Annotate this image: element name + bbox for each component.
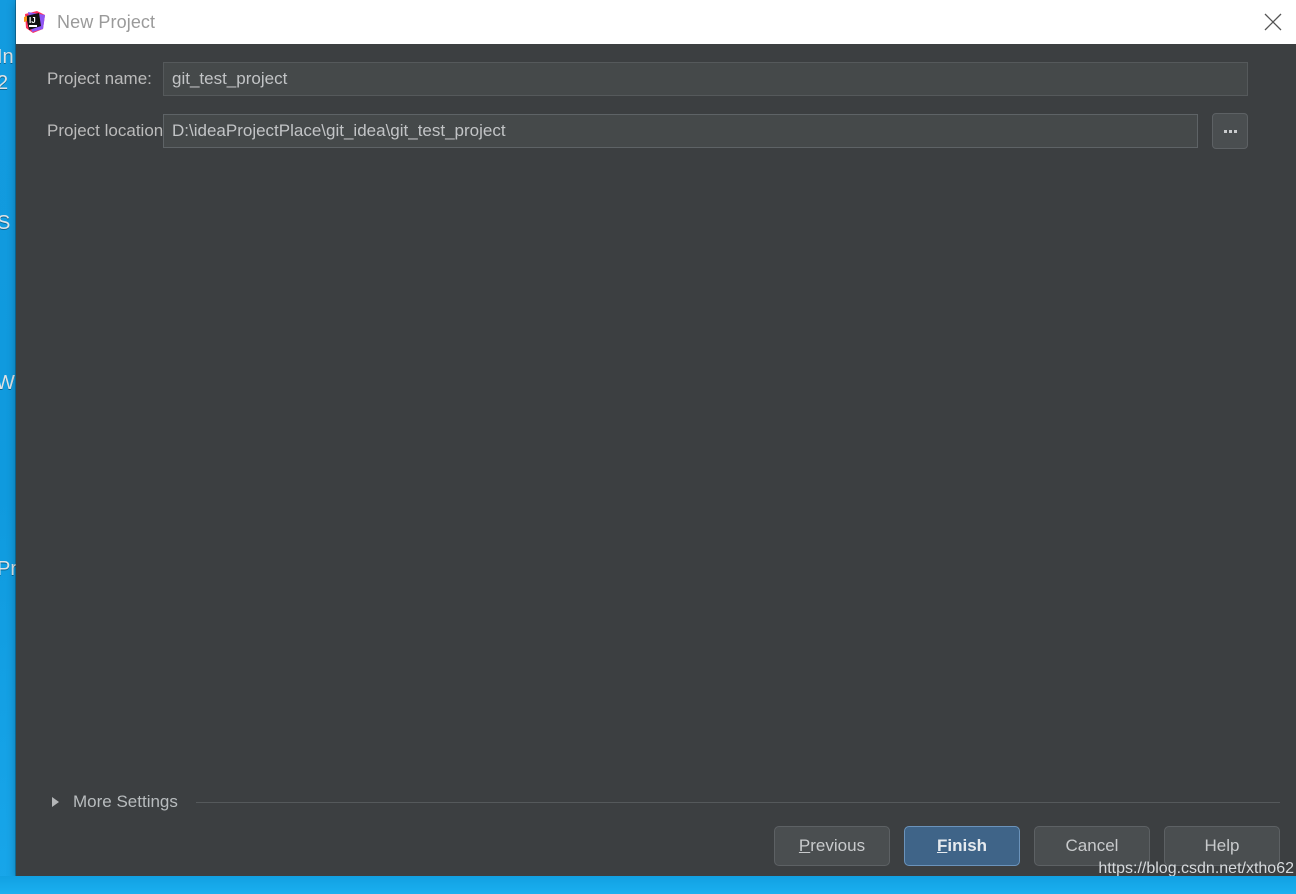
background-text-fragment: W [0,372,15,394]
new-project-dialog: IJ New Project Project name: Project loc… [16,0,1296,877]
background-text-fragment: S [0,212,11,234]
project-name-label: Project name: [47,69,152,88]
project-name-row: Project name: [16,62,1296,96]
previous-button-label: revious [810,836,866,855]
more-settings-label: More Settings [73,792,178,811]
previous-button-mnemonic: P [798,836,811,855]
previous-button[interactable]: Previous [774,826,890,866]
finish-button[interactable]: Finish [904,826,1020,866]
finish-button-mnemonic: F [936,836,948,855]
ellipsis-icon [1223,129,1227,133]
background-text-fragment: 2 [0,72,9,94]
finish-button-label: inish [947,836,988,855]
close-icon[interactable] [1250,0,1296,44]
project-location-row: Project location: [16,113,1296,149]
cancel-button-label: Cancel [1065,836,1119,855]
ellipsis-icon [1228,129,1232,133]
background-text-fragment: Pr [0,558,17,580]
svg-text:IJ: IJ [29,16,36,25]
help-button-label: Help [1204,836,1240,855]
section-divider [195,801,1280,803]
project-location-input[interactable] [163,114,1198,148]
background-text-fragment: In [0,46,14,68]
chevron-right-icon[interactable] [52,797,59,807]
intellij-idea-icon: IJ [24,11,46,33]
browse-location-button[interactable] [1212,113,1248,149]
ellipsis-icon [1233,129,1237,133]
project-location-label: Project location: [47,121,168,140]
taskbar [0,876,1296,894]
dialog-body: Project name: Project location: More Set… [16,44,1296,877]
dialog-titlebar: IJ New Project [16,0,1296,44]
project-name-input[interactable] [163,62,1248,96]
dialog-title: New Project [57,11,156,32]
more-settings-section[interactable]: More Settings [16,790,1280,814]
